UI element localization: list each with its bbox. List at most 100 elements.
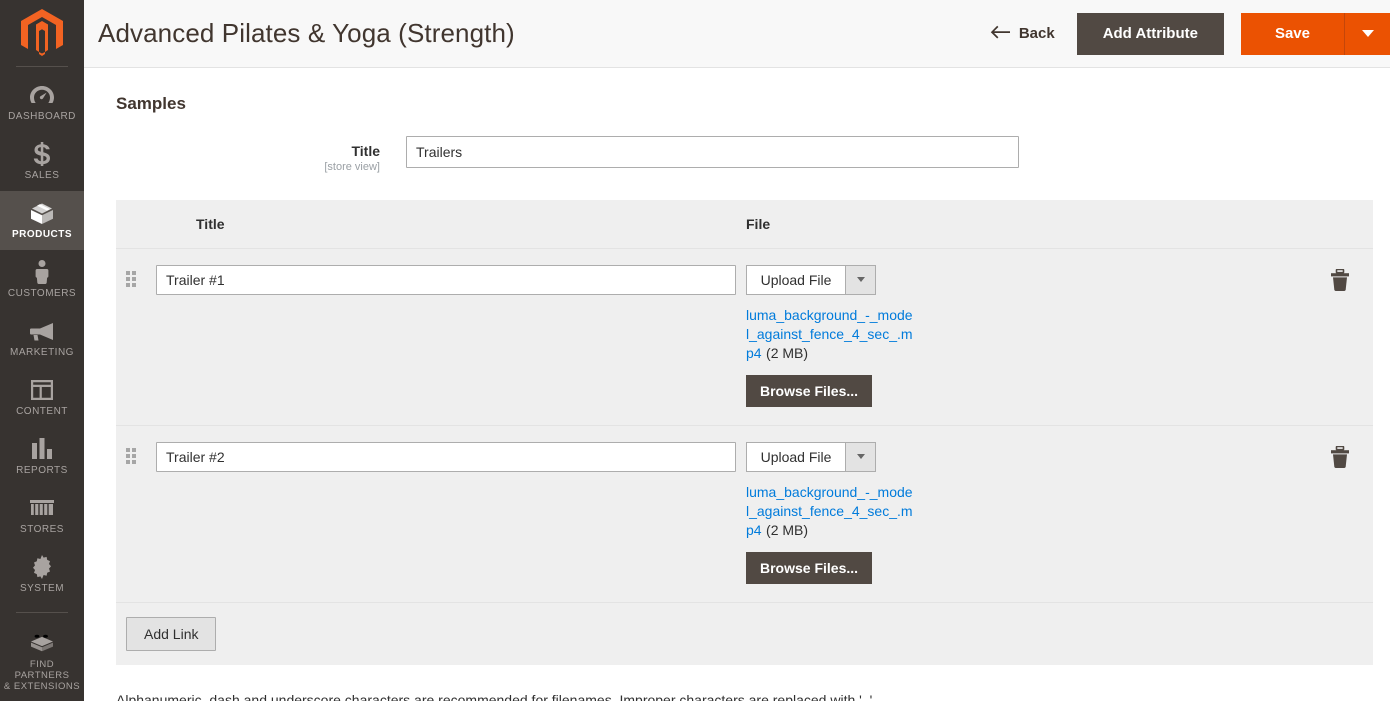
sidebar-item-find-partners-extensions[interactable]: Find Partners & Extensions [0,621,84,701]
person-icon [34,259,50,285]
content-area: Samples Title [store view] Trailers Titl… [84,68,1390,701]
megaphone-icon [29,318,55,344]
upload-file-button[interactable]: Upload File [746,441,846,472]
uploaded-file-size: (2 MB) [766,344,809,361]
sidebar-item-label: System [19,583,65,595]
magento-logo[interactable] [0,0,84,66]
dollar-sign-icon [33,141,51,167]
sample-title-input[interactable] [156,264,736,295]
title-field-scope: [store view] [324,161,380,173]
sidebar-item-label: Reports [16,465,68,477]
sidebar-item-label: Products [11,229,73,241]
row-title-cell [156,248,746,426]
row-handle-cell [116,425,156,603]
table-footer-cell: Add Link [116,602,1373,665]
table-header-file: File [746,200,1306,249]
row-handle-cell [116,248,156,426]
row-title-cell [156,425,746,603]
back-button-label: Back [1018,25,1055,42]
sidebar-item-customers[interactable]: Customers [0,250,84,309]
page-header: Advanced Pilates & Yoga (Strength) Back … [84,0,1390,68]
sidebar-item-label: Customers [7,288,77,300]
uploaded-file-size: (2 MB) [766,521,809,538]
upload-file-options-toggle-button[interactable] [846,264,876,295]
table-header-handle [116,200,156,249]
samples-table-foot: Add Link [116,602,1373,665]
caret-down-icon [1361,30,1374,37]
save-options-toggle-button[interactable] [1344,12,1390,55]
trash-icon [1330,445,1350,471]
sidebar-item-label: Marketing [10,347,74,359]
box-package-icon [28,200,56,226]
table-header-row: Title File [116,200,1373,249]
upload-file-button[interactable]: Upload File [746,264,846,295]
back-button[interactable]: Back [980,0,1077,68]
row-file-cell: Upload File luma_background_-_model_agai… [746,248,1306,426]
sidebar-item-label: Sales [24,170,60,182]
trash-icon [1330,268,1350,294]
samples-table-head: Title File [116,200,1373,249]
caret-down-icon [856,277,865,282]
bar-chart-icon [30,436,54,462]
upload-file-button-group: Upload File [746,264,876,295]
sidebar-item-dashboard[interactable]: Dashboard [0,73,84,132]
sidebar-item-system[interactable]: System [0,545,84,604]
main-area: Advanced Pilates & Yoga (Strength) Back … [84,0,1390,701]
sidebar-item-label-line2: & Extensions [3,681,81,692]
delete-row-button[interactable] [1328,267,1352,293]
uploaded-file-info: luma_background_-_model_against_fence_4_… [746,306,914,363]
samples-table-wrapper: Title File Trailer #1 Upload File luma_b… [116,200,1373,665]
caret-down-icon [856,454,865,459]
title-field-row: Title [store view] [84,114,1390,173]
drag-handle-icon[interactable] [126,270,136,287]
sidebar-item-reports[interactable]: Reports [0,427,84,486]
sidebar-item-marketing[interactable]: Marketing [0,309,84,368]
sidebar-item-label: Dashboard [8,111,76,123]
samples-table-body: Upload File luma_background_-_model_agai… [116,248,1373,603]
table-header-title: Title [156,200,746,249]
sidebar-divider-top [16,66,68,68]
header-actions: Back Add Attribute Save [980,0,1390,68]
row-actions-cell [1306,425,1373,603]
row-actions-cell [1306,248,1373,426]
sample-title-input[interactable] [156,441,736,472]
layout-panel-icon [30,377,54,403]
title-field-label-col: Title [store view] [84,136,406,173]
table-header-actions [1306,200,1373,249]
uploaded-file-info: luma_background_-_model_against_fence_4_… [746,483,914,540]
filename-hint-note: Alphanumeric, dash and underscore charac… [116,691,877,701]
storefront-icon [29,495,55,521]
upload-file-options-toggle-button[interactable] [846,441,876,472]
sidebar-item-sales[interactable]: Sales [0,132,84,191]
add-attribute-button[interactable]: Add Attribute [1076,12,1224,55]
upload-file-button-group: Upload File [746,441,876,472]
title-field-label: Title [351,143,380,159]
add-link-button[interactable]: Add Link [126,616,217,651]
browse-files-button[interactable]: Browse Files... [746,374,873,407]
samples-title-input[interactable] [406,136,1019,168]
section-title-samples: Samples [116,94,186,113]
admin-sidebar: Dashboard Sales Products [0,0,84,701]
arrow-left-icon [990,25,1010,43]
delete-row-button[interactable] [1328,444,1352,470]
lego-brick-icon [29,630,55,656]
sidebar-item-products[interactable]: Products [0,191,84,251]
sidebar-item-content[interactable]: Content [0,368,84,427]
save-button[interactable]: Save [1240,12,1344,55]
browse-files-button[interactable]: Browse Files... [746,551,873,584]
sidebar-item-stores[interactable]: Stores [0,486,84,545]
drag-handle-icon[interactable] [126,447,136,464]
table-row: Upload File luma_background_-_model_agai… [116,425,1373,603]
magento-logo-icon [21,9,63,57]
sidebar-item-label: Content [16,406,68,418]
samples-table: Title File Trailer #1 Upload File luma_b… [116,200,1373,665]
save-button-group: Save [1240,12,1390,55]
dashboard-gauge-icon [29,82,55,108]
sidebar-item-label: Stores [20,524,64,536]
page-root: Dashboard Sales Products [0,0,1390,701]
gear-icon [30,554,54,580]
page-title: Advanced Pilates & Yoga (Strength) [98,18,515,48]
table-row: Upload File luma_background_-_model_agai… [116,248,1373,426]
row-file-cell: Upload File luma_background_-_model_agai… [746,425,1306,603]
sidebar-item-label-line1: Find Partners [14,659,70,681]
